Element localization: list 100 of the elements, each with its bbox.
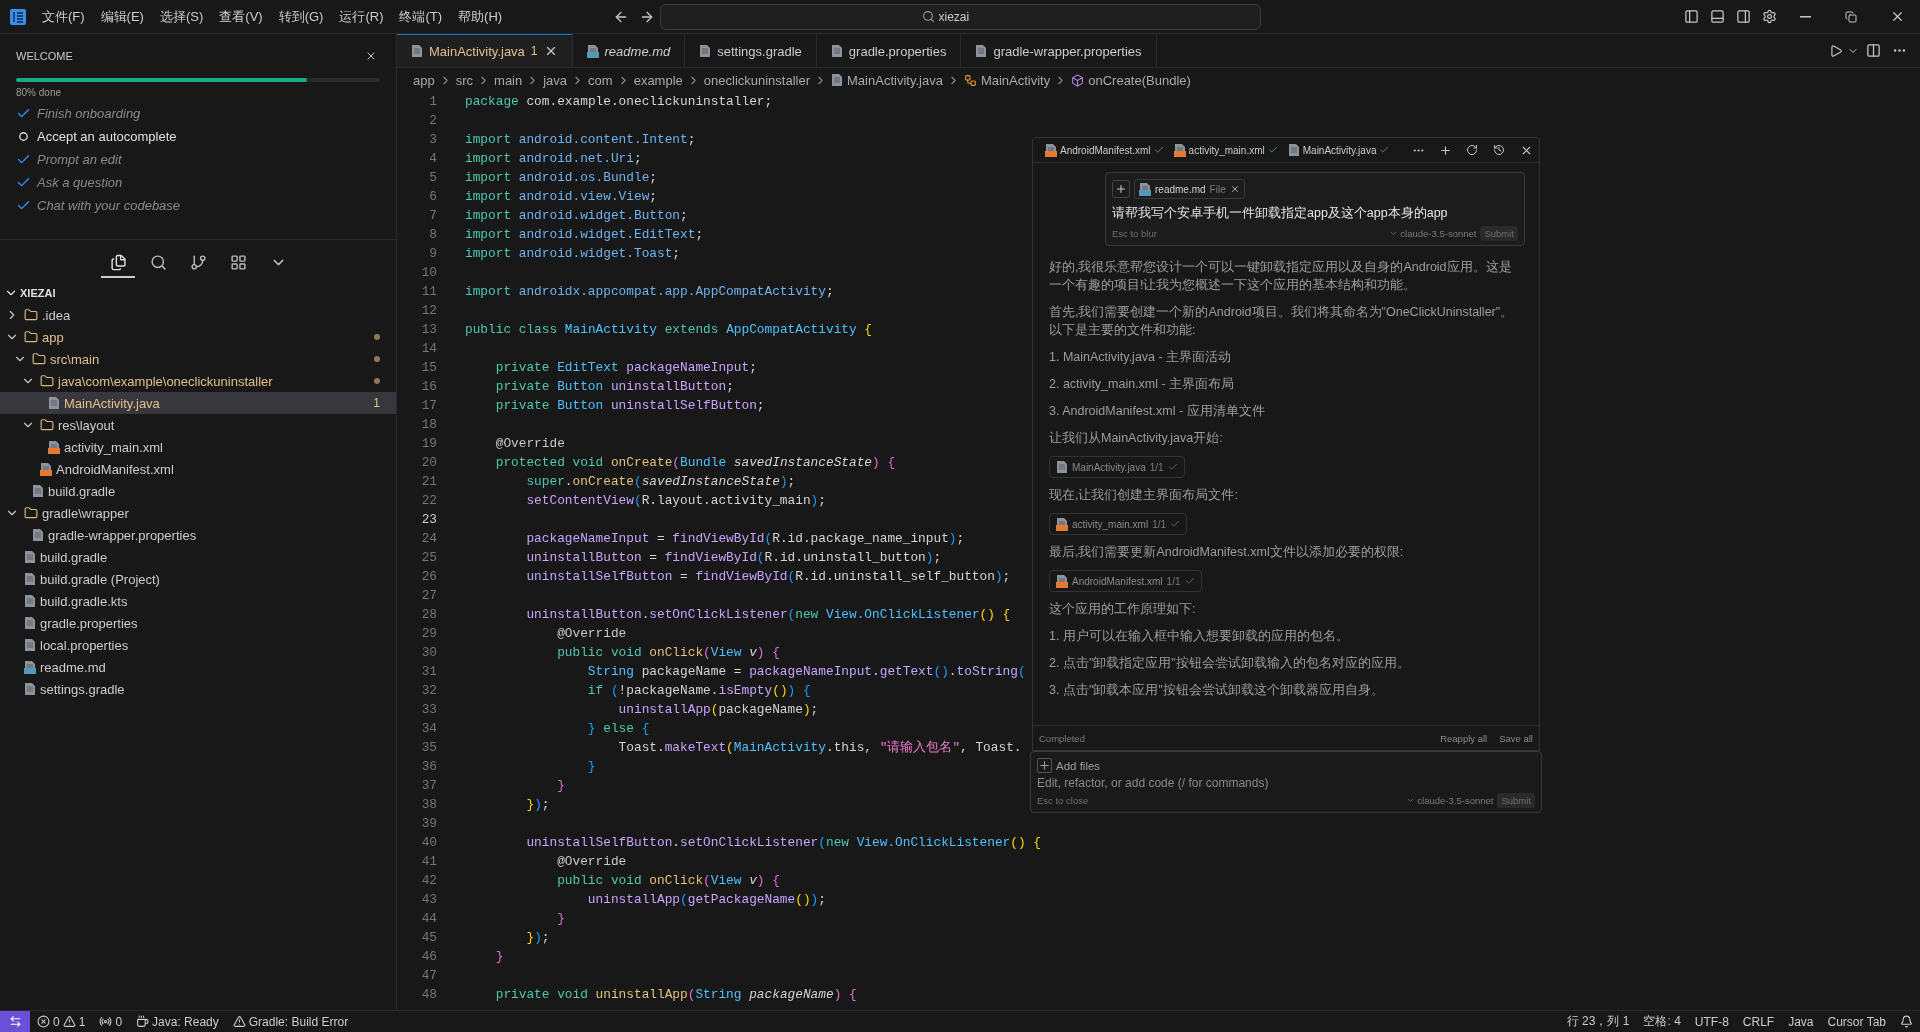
menu-item[interactable]: 运行(R) (331, 3, 392, 30)
code-line: uninstallButton = findViewById(R.id.uninstall_button); (525, 550, 942, 565)
file-tab[interactable]: AndroidManifest.xml (1045, 143, 1164, 157)
attachment-chip[interactable]: readme.md File (1134, 179, 1245, 199)
tree-item[interactable]: gradle\wrapper (0, 502, 396, 524)
code-line: public void onClick(View v) { (556, 645, 780, 660)
breadcrumb-item[interactable]: MainActivity.java (829, 72, 945, 88)
code-line: super.onCreate(savedInstanceState); (525, 474, 796, 489)
code-line: } (494, 949, 504, 964)
tree-item[interactable]: build.gradle (0, 480, 396, 502)
status-item[interactable]: 空格: 4 (1636, 1011, 1688, 1032)
breadcrumb-item[interactable]: app (411, 72, 437, 88)
plus-icon (1438, 143, 1452, 157)
footer-action[interactable]: Save all (1499, 732, 1533, 744)
status-item[interactable]: Gradle: Build Error (225, 1011, 356, 1032)
status-item[interactable]: 行 23，列 1 (1559, 1011, 1637, 1032)
explorer-header[interactable]: XIEZAI (0, 282, 396, 304)
menu-item[interactable]: 转到(G) (270, 3, 332, 30)
line-number: 19 (420, 436, 438, 451)
file-icon (699, 44, 712, 58)
tree-item[interactable]: build.gradle (0, 546, 396, 568)
tree-item[interactable]: gradle-wrapper.properties (0, 524, 396, 546)
tree-item[interactable]: AndroidManifest.xml (0, 458, 396, 480)
add-files-button[interactable]: Add files (1037, 758, 1101, 773)
breadcrumb-item[interactable]: java (541, 72, 570, 88)
modified-dot (374, 378, 380, 384)
code-line: uninstallButton.setOnClickListener(new View.OnClickListener() { (525, 607, 1011, 622)
menu-item[interactable]: 文件(F) (34, 3, 93, 30)
file-icon (1045, 143, 1057, 157)
tree-item[interactable]: gradle.properties (0, 612, 396, 634)
checklist-item: Ask a question (37, 175, 123, 190)
ports-button[interactable]: 0 (92, 1011, 130, 1032)
footer-action[interactable]: Reapply all (1440, 732, 1488, 744)
breadcrumb-item[interactable]: example (631, 72, 685, 88)
prompt-input[interactable]: Edit, refactor, or add code (/ for commands) (1037, 776, 1535, 790)
circle-icon (19, 132, 28, 141)
code-file-chip[interactable]: MainActivity.java 1/1 (1049, 456, 1185, 478)
breadcrumb-item[interactable]: oneclickuninstaller (701, 72, 813, 88)
breadcrumb-item[interactable]: onCreate(Bundle) (1069, 72, 1193, 88)
code-line: import android.view.View; (465, 189, 657, 204)
menu-item[interactable]: 帮助(H) (450, 3, 511, 30)
file-icon (48, 396, 60, 410)
add-button[interactable] (1112, 180, 1130, 198)
chat-text: 现在,让我们创建主界面布局文件: (1049, 487, 1239, 504)
problems-button[interactable]: 0 1 (30, 1011, 93, 1032)
tree-item[interactable]: .idea (0, 304, 396, 326)
breadcrumb-item[interactable]: main (492, 72, 525, 88)
file-tab[interactable]: activity_main.xml (1173, 143, 1278, 157)
model-selector[interactable]: claude-3.5-sonnet (1406, 795, 1494, 806)
code-file-chip[interactable]: AndroidManifest.xml 1/1 (1049, 570, 1202, 592)
menu-item[interactable]: 选择(S) (151, 3, 212, 30)
status-item[interactable]: Java: Ready (129, 1011, 226, 1032)
code-line: if (!packageName.isEmpty()) { (586, 683, 811, 698)
tree-item[interactable]: build.gradle.kts (0, 590, 396, 612)
tree-item[interactable]: readme.md (0, 656, 396, 678)
tree-item[interactable]: src\main (0, 348, 396, 370)
file-name: MainActivity.java (1072, 461, 1146, 473)
file-tab[interactable]: MainActivity.java (1287, 143, 1390, 157)
restore-icon (1845, 10, 1857, 23)
line-number: 2 (428, 113, 438, 128)
file-icon (24, 660, 36, 674)
refresh-icon (1466, 144, 1479, 156)
breadcrumb-item[interactable]: com (586, 72, 615, 88)
change-count: 1/1 (1149, 461, 1164, 473)
tree-item[interactable]: build.gradle (Project) (0, 568, 396, 590)
editor-tab[interactable]: MainActivity.java 1 (397, 34, 573, 67)
search-field[interactable]: xiezai (938, 9, 999, 24)
tree-item[interactable]: res\layout (0, 414, 396, 436)
tree-item[interactable]: app (0, 326, 396, 348)
code-line: }); (525, 930, 550, 945)
panel-right-icon (1735, 9, 1751, 24)
line-number: 7 (428, 208, 438, 223)
settings-icon (1761, 9, 1777, 24)
close-icon[interactable] (1229, 184, 1240, 194)
line-number: 40 (420, 835, 438, 850)
menu-item[interactable]: 终端(T) (391, 3, 451, 30)
code-file-chip[interactable]: activity_main.xml 1/1 (1049, 513, 1188, 535)
menu-item[interactable]: 查看(V) (211, 3, 271, 30)
tree-item[interactable]: settings.gradle (0, 678, 396, 700)
line-number: 11 (420, 284, 438, 299)
remote-button[interactable] (0, 1011, 30, 1032)
file-name: AndroidManifest.xml (1072, 575, 1163, 587)
tree-item[interactable]: activity_main.xml (0, 436, 396, 458)
model-selector[interactable]: claude-3.5-sonnet (1389, 228, 1477, 239)
status-item[interactable]: UTF-8 (1687, 1011, 1736, 1032)
file-icon (48, 440, 60, 454)
status-item[interactable]: Cursor Tab (1820, 1011, 1893, 1032)
tree-item[interactable]: MainActivity.java 1 (0, 392, 396, 414)
line-number: 42 (420, 873, 438, 888)
menu-item[interactable]: 编辑(E) (92, 3, 152, 30)
status-item[interactable]: CRLF (1735, 1011, 1782, 1032)
breadcrumb-item[interactable]: src (453, 72, 476, 88)
modified-dot (374, 334, 380, 340)
status-item[interactable]: Java (1781, 1011, 1821, 1032)
line-number: 20 (420, 455, 438, 470)
tree-item[interactable]: local.properties (0, 634, 396, 656)
breadcrumb-item[interactable]: MainActivity (961, 72, 1053, 88)
change-count: 1/1 (1166, 575, 1181, 587)
tree-item[interactable]: java\com\example\oneclickuninstaller (0, 370, 396, 392)
hint-text: Esc to blur (1112, 228, 1157, 239)
